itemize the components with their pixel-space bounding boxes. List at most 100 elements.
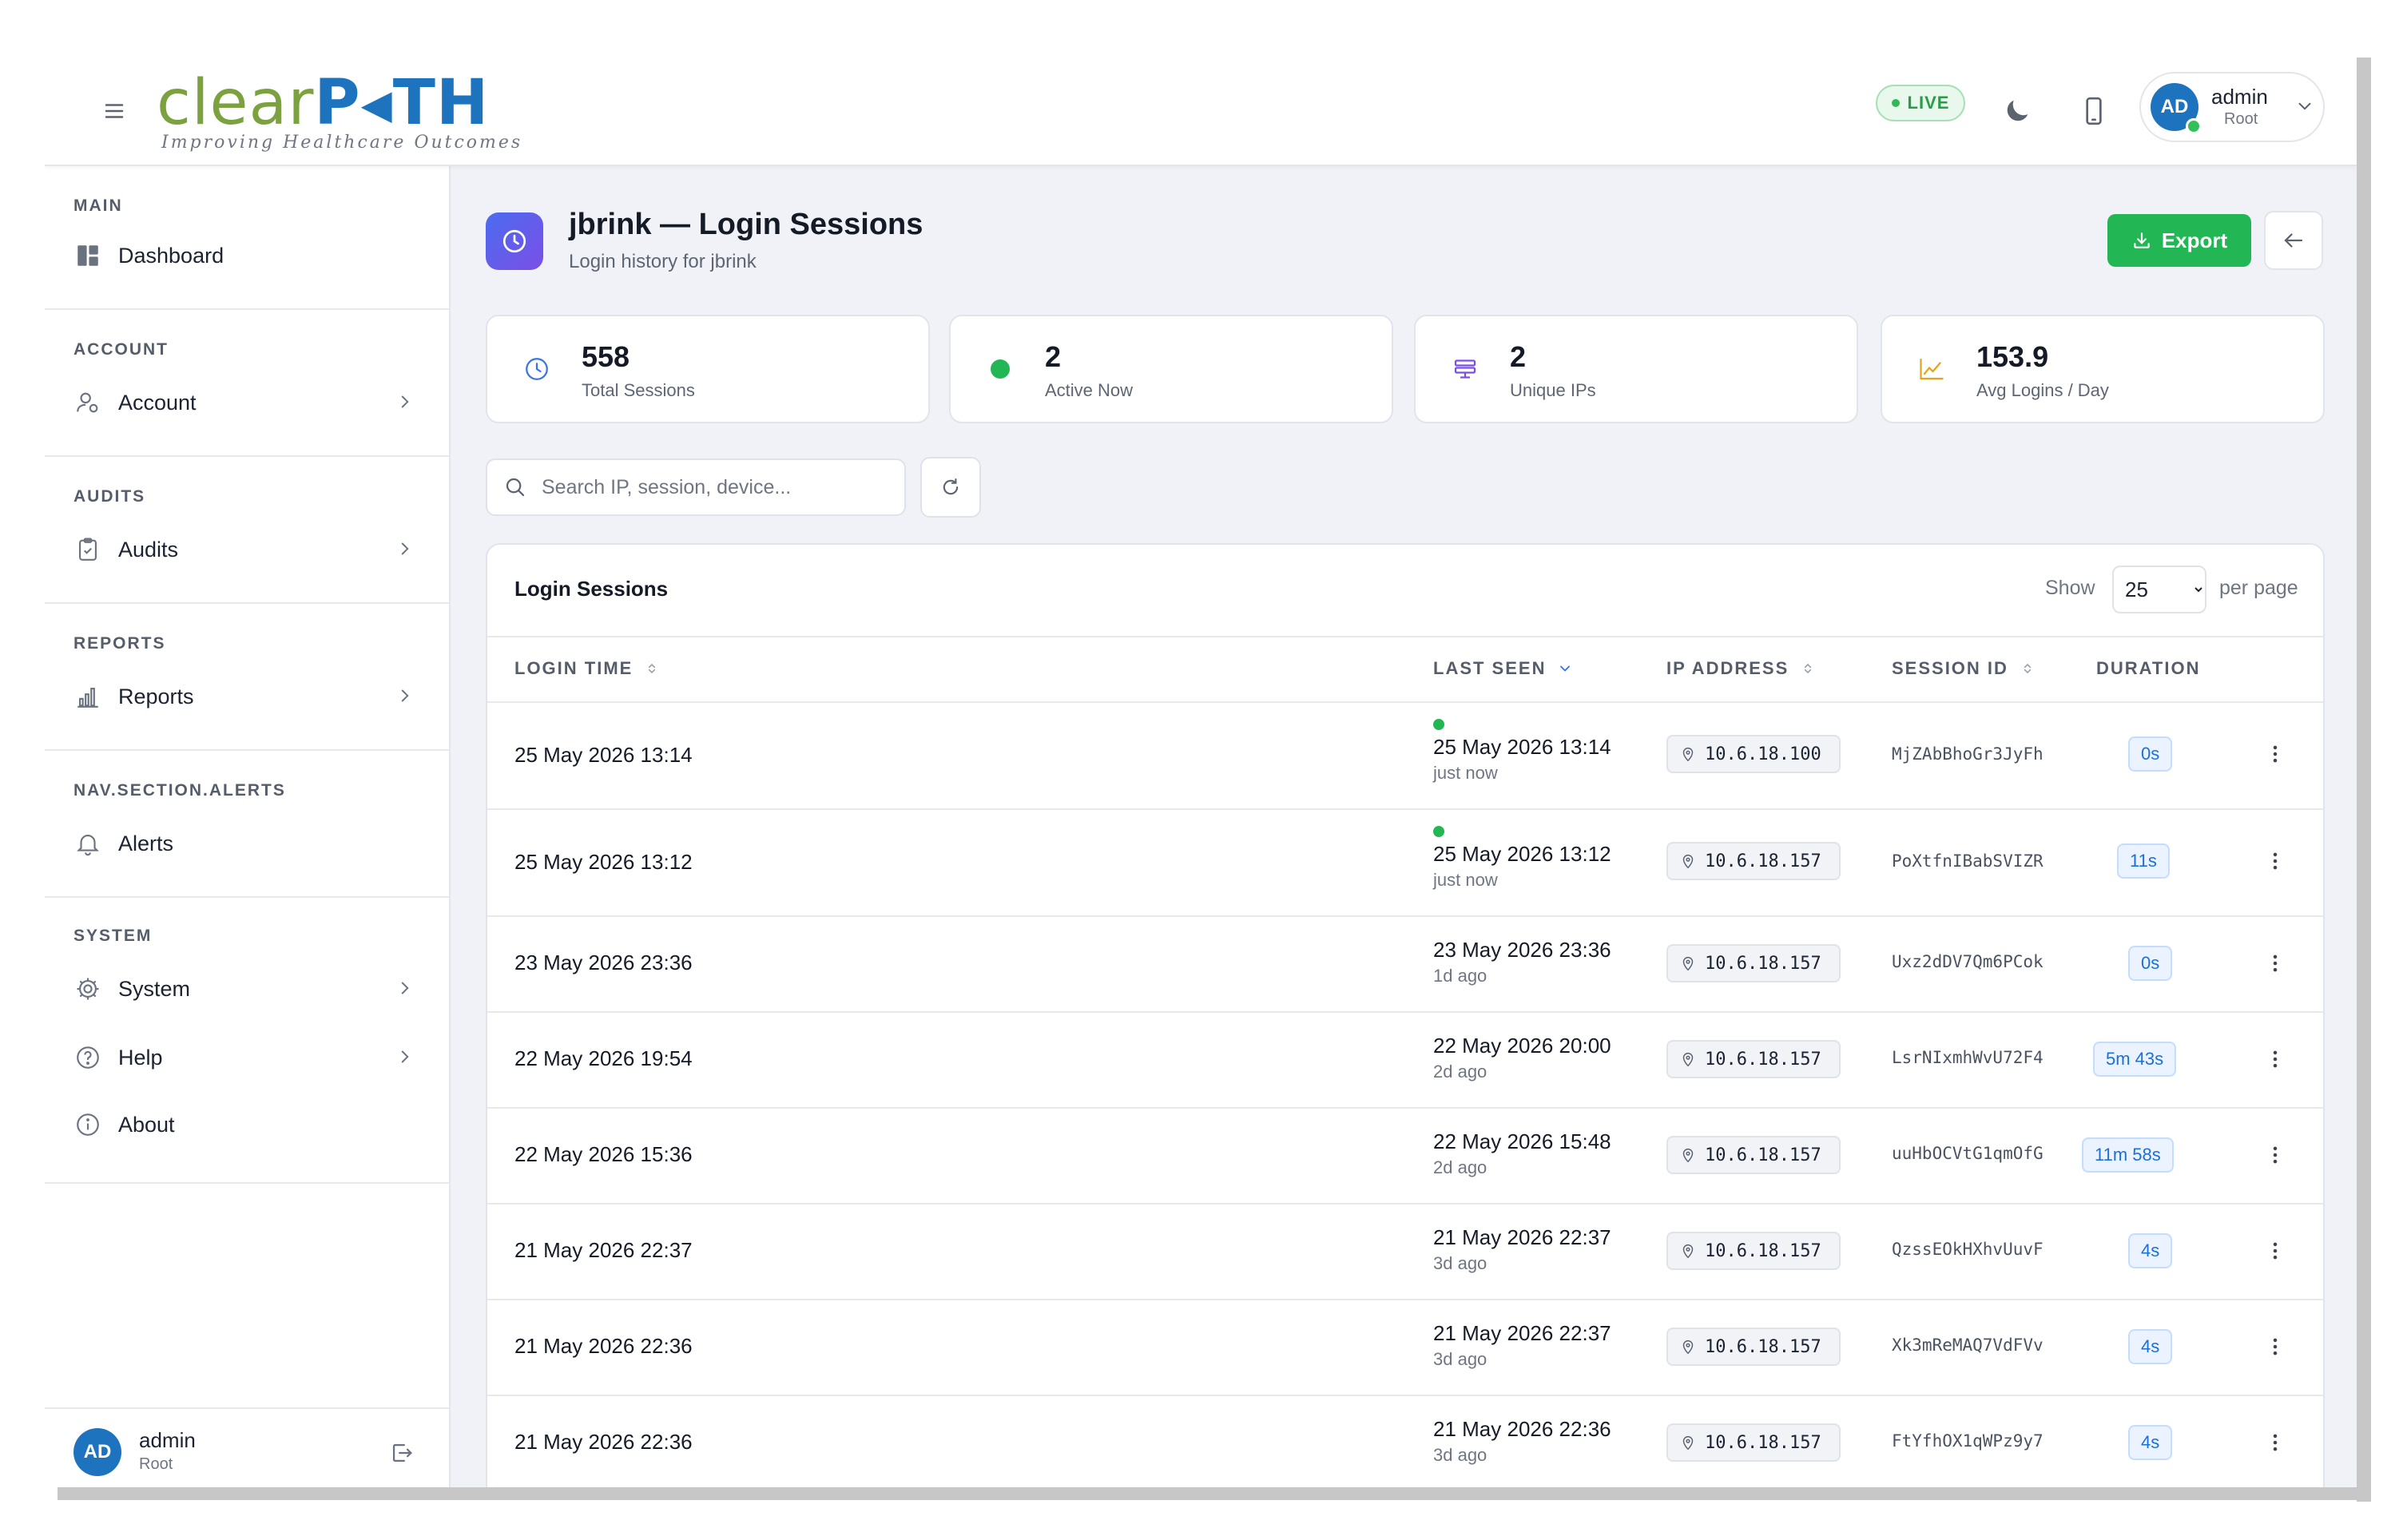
- table-row[interactable]: 21 May 2026 22:37 21 May 2026 22:37 3d a…: [487, 1203, 2323, 1300]
- map-pin-icon: [1682, 855, 1694, 869]
- page-title: jbrink — Login Sessions: [569, 208, 923, 241]
- stat-card-avg-logins: 153.9 Avg Logins / Day: [1881, 315, 2325, 423]
- table-header: LOGIN TIME LAST SEEN IP ADDRESS SESSION …: [487, 636, 2323, 703]
- table-row[interactable]: 25 May 2026 13:14 25 May 2026 13:14 just…: [487, 701, 2323, 810]
- stat-label: Avg Logins / Day: [1976, 380, 2109, 400]
- header-user-role: Root: [2224, 110, 2258, 128]
- logout-icon[interactable]: [388, 1439, 415, 1467]
- table-row[interactable]: 22 May 2026 19:54 22 May 2026 20:00 2d a…: [487, 1011, 2323, 1109]
- hamburger-icon: [105, 104, 124, 118]
- map-pin-icon: [1682, 748, 1694, 762]
- duration-badge: 11m 58s: [2082, 1137, 2174, 1173]
- ip-address-badge: 10.6.18.100: [1666, 735, 1841, 773]
- session-id-cell: uuHbOCVtG1qmOfG: [1892, 1144, 2044, 1163]
- row-actions-button[interactable]: [2259, 735, 2291, 773]
- table-row[interactable]: 23 May 2026 23:36 23 May 2026 23:36 1d a…: [487, 915, 2323, 1013]
- download-icon: [2134, 232, 2150, 248]
- live-label: LIVE: [1907, 93, 1950, 113]
- sidebar-item-about[interactable]: About: [73, 1102, 425, 1147]
- moon-icon: [2007, 100, 2028, 121]
- window-shadow-right: [2357, 58, 2371, 1502]
- app-window: clearP◂TH Improving Healthcare Outcomes …: [45, 58, 2357, 1487]
- column-header-ip-address[interactable]: IP ADDRESS: [1666, 658, 1816, 679]
- refresh-button[interactable]: [920, 457, 981, 518]
- duration-badge: 11s: [2117, 843, 2170, 879]
- table-row[interactable]: 21 May 2026 22:36 21 May 2026 22:37 3d a…: [487, 1299, 2323, 1396]
- sidebar-item-reports[interactable]: Reports: [73, 674, 425, 719]
- online-status-icon: [2186, 118, 2202, 134]
- session-id-cell: MjZAbBhoGr3JyFh: [1892, 744, 2044, 764]
- top-header: clearP◂TH Improving Healthcare Outcomes …: [45, 58, 2357, 166]
- live-status-badge: LIVE: [1876, 85, 1965, 121]
- ip-address-text: 10.6.18.157: [1705, 953, 1821, 974]
- table-row[interactable]: 21 May 2026 22:36 21 May 2026 22:36 3d a…: [487, 1395, 2323, 1487]
- user-menu-button[interactable]: AD admin Root: [2139, 72, 2325, 142]
- column-header-session-id[interactable]: SESSION ID: [1892, 658, 2036, 679]
- last-seen-relative: 3d ago: [1433, 1349, 1487, 1369]
- table-row[interactable]: 25 May 2026 13:12 25 May 2026 13:12 just…: [487, 808, 2323, 917]
- last-seen-date: 22 May 2026 20:00: [1433, 1034, 1611, 1058]
- menu-toggle-button[interactable]: [96, 93, 133, 129]
- sidebar-item-alerts[interactable]: Alerts: [73, 821, 425, 866]
- last-seen-date: 22 May 2026 15:48: [1433, 1129, 1611, 1153]
- sidebar-item-label: About: [118, 1112, 175, 1137]
- back-button[interactable]: [2264, 211, 2323, 270]
- column-header-login-time[interactable]: LOGIN TIME: [514, 658, 660, 679]
- sidebar: MAIN Dashboard ACCOUNT Account AUDITS Au…: [45, 166, 451, 1487]
- ip-address-badge: 10.6.18.157: [1666, 1328, 1841, 1366]
- row-actions-button[interactable]: [2259, 1136, 2291, 1174]
- map-pin-icon: [1682, 1244, 1694, 1259]
- gear-icon: [77, 978, 99, 1000]
- sidebar-section-title: MAIN: [73, 196, 123, 215]
- mobile-view-button[interactable]: [2072, 89, 2115, 133]
- login-time-cell: 21 May 2026 22:36: [514, 1430, 693, 1454]
- export-button[interactable]: Export: [2107, 214, 2251, 267]
- login-time-cell: 21 May 2026 22:36: [514, 1334, 693, 1358]
- avatar: AD: [73, 1428, 121, 1476]
- row-actions-button[interactable]: [2259, 842, 2291, 880]
- row-actions-button[interactable]: [2259, 1328, 2291, 1366]
- column-header-last-seen[interactable]: LAST SEEN: [1433, 658, 1573, 679]
- last-seen-cell: 21 May 2026 22:37 3d ago: [1433, 1321, 1611, 1370]
- show-label: Show: [2045, 577, 2095, 599]
- ip-address-badge: 10.6.18.157: [1666, 842, 1841, 880]
- sidebar-item-help[interactable]: Help: [73, 1035, 425, 1080]
- row-actions-button[interactable]: [2259, 944, 2291, 982]
- search-input[interactable]: [540, 474, 879, 500]
- sidebar-item-audits[interactable]: Audits: [73, 527, 425, 572]
- sidebar-section-title: NAV.SECTION.ALERTS: [73, 781, 286, 800]
- row-actions-button[interactable]: [2259, 1040, 2291, 1078]
- sidebar-section-system: SYSTEM System Help About: [45, 896, 449, 1184]
- sidebar-item-label: Dashboard: [118, 243, 224, 268]
- session-id-cell: PoXtfnIBabSVIZR: [1892, 851, 2044, 871]
- sidebar-item-account[interactable]: Account: [73, 380, 425, 425]
- last-seen-date: 25 May 2026 13:12: [1433, 842, 1611, 866]
- last-seen-date: 23 May 2026 23:36: [1433, 938, 1611, 962]
- ip-address-badge: 10.6.18.157: [1666, 1136, 1841, 1174]
- dark-mode-toggle[interactable]: [1996, 89, 2039, 133]
- help-icon: [77, 1046, 99, 1069]
- session-id-cell: Uxz2dDV7Qm6PCok: [1892, 952, 2044, 971]
- last-seen-date: 21 May 2026 22:37: [1433, 1321, 1611, 1345]
- sidebar-section-title: SYSTEM: [73, 927, 153, 945]
- per-page-select[interactable]: 25: [2112, 566, 2206, 613]
- stat-value: 2: [1510, 340, 1527, 373]
- last-seen-cell: 21 May 2026 22:37 3d ago: [1433, 1225, 1611, 1274]
- arrow-left-icon: [2284, 233, 2303, 248]
- stat-label: Active Now: [1045, 380, 1134, 400]
- sidebar-item-dashboard[interactable]: Dashboard: [73, 233, 425, 278]
- bell-icon: [77, 835, 99, 856]
- row-actions-button[interactable]: [2259, 1423, 2291, 1462]
- clock-icon: [502, 229, 526, 253]
- more-vertical-icon: [2273, 955, 2278, 972]
- last-seen-cell: 25 May 2026 13:14 just now: [1433, 719, 1611, 784]
- row-actions-button[interactable]: [2259, 1232, 2291, 1270]
- sidebar-item-label: Help: [118, 1045, 163, 1070]
- header-user-name: admin: [2211, 85, 2268, 109]
- table-row[interactable]: 22 May 2026 15:36 22 May 2026 15:48 2d a…: [487, 1107, 2323, 1205]
- map-pin-icon: [1682, 957, 1694, 971]
- active-session-dot-icon: [1433, 719, 1444, 730]
- sidebar-item-system[interactable]: System: [73, 966, 425, 1011]
- sort-icon: [1805, 663, 1812, 674]
- duration-badge: 0s: [2128, 736, 2173, 772]
